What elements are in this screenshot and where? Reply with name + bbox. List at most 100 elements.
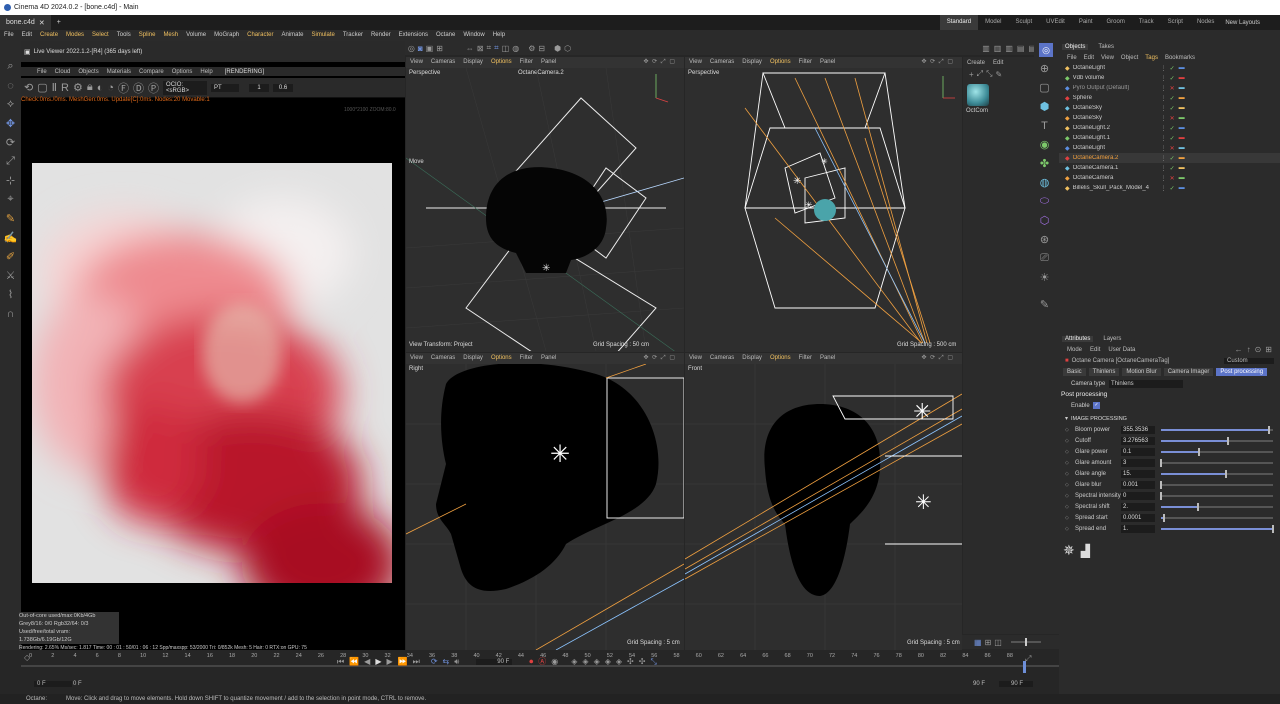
menu-modes[interactable]: Modes [62,30,88,41]
sculpt-brush-icon[interactable]: ✍ [0,228,21,247]
param-value[interactable]: 0.1 [1121,447,1155,456]
layout-tab-standard[interactable]: Standard [939,15,979,30]
pen-create-icon[interactable]: ✎ [1034,295,1055,314]
menu-tracker[interactable]: Tracker [339,30,367,41]
visibility-icon[interactable]: ⋮ [1161,65,1167,72]
kernel-select[interactable]: PT [211,83,240,92]
motion-icon[interactable]: ✣ [627,657,634,666]
menu-file[interactable]: File [0,30,18,41]
brush-icon[interactable]: ⌇ [0,285,21,304]
arrow-icon[interactable]: ⤢ [977,69,983,79]
layout-tab-nodes[interactable]: Nodes [1190,15,1221,30]
viewport-menu-options[interactable]: Options [766,57,795,68]
visibility-icon[interactable]: ⋮ [1161,125,1167,132]
layout-tab-paint[interactable]: Paint [1072,15,1100,30]
viewport-nav-icons[interactable]: ✥ ⟳ ⤢ ▢ [917,353,958,364]
menu-help[interactable]: Help [489,30,509,41]
enable-check-icon[interactable]: ✕ [1170,85,1175,92]
preview-start[interactable]: 0 F [73,681,82,687]
object-row[interactable]: ◆ OctaneLight ⋮ ✓ ▬ [1059,63,1280,73]
object-row[interactable]: ◆ OctaneSky ⋮ ✓ ▬ [1059,103,1280,113]
prev-key-icon[interactable]: ⏪ [349,657,359,666]
visibility-icon[interactable]: ⋮ [1161,185,1167,192]
menu-mograph[interactable]: MoGraph [210,30,243,41]
viewport-solo-icon[interactable]: ◍ [512,44,519,53]
document-tab[interactable]: bone.c4d ✕ [0,15,51,30]
range-icon[interactable]: ⇆ [443,657,450,666]
restart-render-icon[interactable]: ⟲ [24,81,33,94]
play-icon[interactable]: ▶ [375,657,381,666]
null-object-icon[interactable]: ⊕ [1034,59,1055,78]
viewport-menu-view[interactable]: View [406,353,427,364]
layout-tool-icon[interactable]: ▟ [1081,544,1090,558]
viewport-menu-panel[interactable]: Panel [816,57,839,68]
new-layouts-button[interactable]: New Layouts [1225,20,1260,26]
menu-extensions[interactable]: Extensions [395,30,432,41]
param-value[interactable]: 0 [1121,491,1155,500]
param-value[interactable]: 355.3536 [1121,425,1155,434]
viewport-menu-cameras[interactable]: Cameras [706,57,738,68]
object-row[interactable]: ◆ Pyro Output (Default) ⋮ ✕ ▬ [1059,83,1280,93]
lv-menu-options[interactable]: Options [168,69,197,75]
text-tool-icon[interactable]: T [1034,116,1055,135]
param-value[interactable]: 15. [1121,469,1155,478]
volume-icon[interactable]: ⬡ [1034,211,1055,230]
param-slider[interactable] [1161,436,1273,445]
denoise-icon[interactable]: Ⓓ [133,80,144,96]
enable-checkbox[interactable]: ✓ [1093,402,1100,409]
layout-tab-sculpt[interactable]: Sculpt [1008,15,1039,30]
lasso-icon[interactable]: ⟡ [0,95,21,114]
param-anim-icon[interactable]: ◇ [1065,526,1069,532]
pos-key-icon[interactable]: ◈ [571,657,577,666]
tag-icon[interactable]: ▬ [1179,105,1185,111]
object-row[interactable]: ◆ Sphere ⋮ ✓ ▬ [1059,93,1280,103]
paint-icon[interactable]: ✐ [0,247,21,266]
viewport-front[interactable]: View Cameras Display Options Filter Panel ✥ ⟳ … [685,353,962,650]
lv-menu-cloud[interactable]: Cloud [51,69,75,75]
rot-key-icon[interactable]: ◈ [582,657,588,666]
film-icon[interactable]: ▤ [1017,44,1025,53]
visibility-icon[interactable]: ⋮ [1161,155,1167,162]
menu-simulate[interactable]: Simulate [308,30,339,41]
param-anim-icon[interactable]: ◇ [1065,438,1069,444]
attributes-tab-layers[interactable]: Layers [1103,336,1121,342]
enable-check-icon[interactable]: ✓ [1170,95,1175,102]
viewport-menu-panel[interactable]: Panel [537,353,560,364]
viewport-menu-filter[interactable]: Filter [516,57,537,68]
enable-check-icon[interactable]: ✓ [1170,135,1175,142]
menu-render[interactable]: Render [367,30,395,41]
timeline-expand-icon[interactable]: ⤢ [1025,654,1031,664]
tag-icon[interactable]: ▬ [1179,185,1185,191]
param-value[interactable]: 0.0001 [1121,513,1155,522]
postfx-icon[interactable]: Ⓟ [148,80,159,96]
mograph-icon[interactable]: ✤ [1034,154,1055,173]
attributes-menu-mode[interactable]: Mode [1067,347,1082,353]
menu-spline[interactable]: Spline [135,30,160,41]
loop-icon[interactable]: ⟳ [431,657,438,666]
layout-tab-script[interactable]: Script [1161,15,1190,30]
param-slider[interactable] [1160,491,1273,500]
tag-icon[interactable]: ▬ [1179,85,1185,91]
viewport-menu-options[interactable]: Options [766,353,795,364]
object-row[interactable]: ◆ Vdb volume ⋮ ✓ ▬ [1059,73,1280,83]
enable-check-icon[interactable]: ✕ [1170,175,1175,182]
visibility-icon[interactable]: ⋮ [1161,115,1167,122]
image-processing-group[interactable]: ▾ IMAGE PROCESSING [1059,413,1280,424]
visibility-icon[interactable]: ⋮ [1161,75,1167,82]
search-icon[interactable]: ⌕ [0,57,21,76]
param-slider[interactable] [1161,425,1273,434]
viewport-menu-filter[interactable]: Filter [795,57,816,68]
visibility-icon[interactable]: ⋮ [1161,95,1167,102]
tag-icon[interactable]: ▬ [1179,145,1185,151]
attributes-menu-edit[interactable]: Edit [1090,347,1100,353]
param-slider[interactable] [1161,502,1273,511]
viewport-menu-options[interactable]: Options [487,57,516,68]
menu-volume[interactable]: Volume [182,30,210,41]
guide-icon[interactable]: ⊟ [538,44,545,53]
stop-render-icon[interactable]: ▢ [37,81,47,94]
viewport-menu-display[interactable]: Display [459,57,487,68]
objects-menu-bookmarks[interactable]: Bookmarks [1165,55,1195,61]
lv-menu-file[interactable]: File [33,69,51,75]
clapper-icon[interactable]: ▥ [982,44,990,53]
subtab-camera-imager[interactable]: Camera Imager [1163,368,1214,376]
